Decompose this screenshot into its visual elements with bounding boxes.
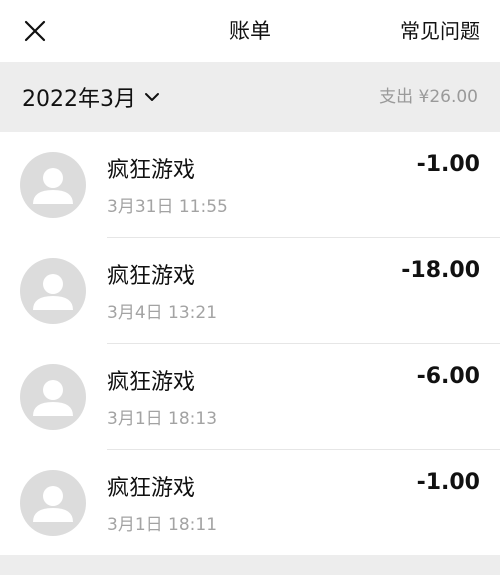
bottom-spacer [0, 555, 500, 575]
default-avatar-icon [20, 152, 86, 218]
faq-link[interactable]: 常见问题 [400, 0, 480, 62]
transaction-row[interactable]: 疯狂游戏 3月1日 18:13 -6.00 [0, 344, 500, 450]
transaction-time: 3月1日 18:13 [107, 409, 218, 429]
transaction-amount: -1.00 [416, 152, 480, 177]
transaction-time: 3月4日 13:21 [107, 303, 218, 323]
transaction-row[interactable]: 疯狂游戏 3月1日 18:11 -1.00 [0, 450, 500, 556]
month-label: 2022年3月 [22, 87, 136, 112]
close-icon [24, 20, 46, 42]
transaction-amount: -6.00 [416, 364, 480, 389]
transaction-amount: -1.00 [416, 470, 480, 495]
close-button[interactable] [18, 14, 52, 48]
month-expense-total[interactable]: 支出 ¥26.00 [379, 62, 478, 132]
top-navbar: 账单 常见问题 [0, 0, 500, 62]
transaction-row[interactable]: 疯狂游戏 3月4日 13:21 -18.00 [0, 238, 500, 344]
default-avatar-icon [20, 470, 86, 536]
transaction-title: 疯狂游戏 [107, 158, 196, 183]
month-summary-bar: 2022年3月 支出 ¥26.00 [0, 62, 500, 132]
default-avatar-icon [20, 364, 86, 430]
transaction-title: 疯狂游戏 [107, 264, 196, 289]
default-avatar-icon [20, 258, 86, 324]
transaction-title: 疯狂游戏 [107, 476, 196, 501]
transaction-title: 疯狂游戏 [107, 370, 196, 395]
transaction-amount: -18.00 [401, 258, 480, 283]
month-picker[interactable]: 2022年3月 [22, 62, 160, 132]
transaction-row[interactable]: 疯狂游戏 3月31日 11:55 -1.00 [0, 132, 500, 238]
chevron-down-icon [145, 93, 159, 101]
transaction-time: 3月1日 18:11 [107, 515, 218, 535]
transaction-time: 3月31日 11:55 [107, 197, 228, 217]
transaction-list: 疯狂游戏 3月31日 11:55 -1.00 疯狂游戏 3月4日 13:21 -… [0, 132, 500, 555]
